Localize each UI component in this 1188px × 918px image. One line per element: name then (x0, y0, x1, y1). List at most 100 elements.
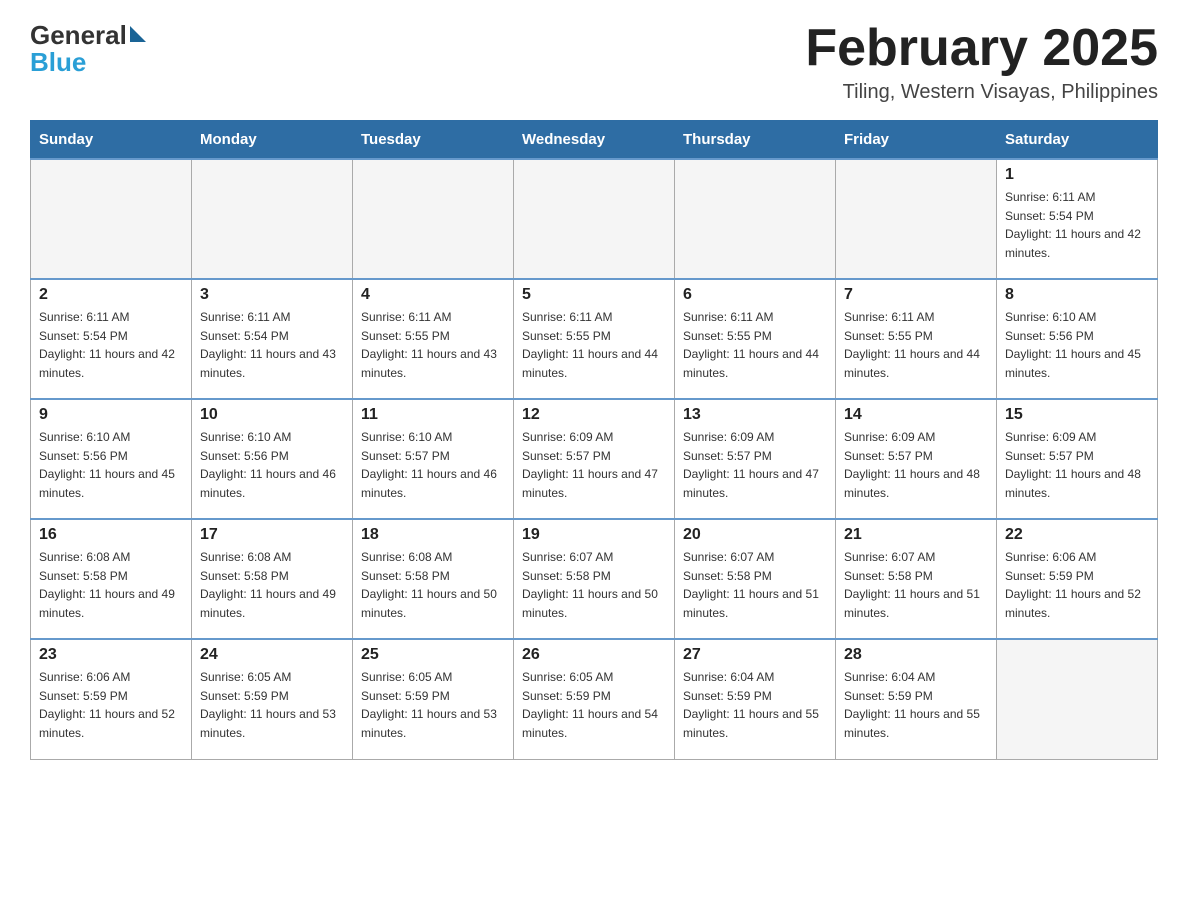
day-info: Sunrise: 6:07 AMSunset: 5:58 PMDaylight:… (522, 548, 666, 622)
day-number: 26 (522, 646, 666, 664)
day-number: 21 (844, 526, 988, 544)
day-info: Sunrise: 6:07 AMSunset: 5:58 PMDaylight:… (683, 548, 827, 622)
day-number: 23 (39, 646, 183, 664)
table-row: 13Sunrise: 6:09 AMSunset: 5:57 PMDayligh… (675, 399, 836, 519)
day-number: 8 (1005, 286, 1149, 304)
table-row (353, 159, 514, 279)
day-number: 15 (1005, 406, 1149, 424)
day-info: Sunrise: 6:09 AMSunset: 5:57 PMDaylight:… (1005, 428, 1149, 502)
logo-blue-text: Blue (30, 47, 146, 78)
day-info: Sunrise: 6:11 AMSunset: 5:54 PMDaylight:… (39, 308, 183, 382)
table-row: 22 Sunrise: 6:06 AMSunset: 5:59 PMDayligh… (997, 519, 1158, 639)
calendar-week-row: 2Sunrise: 6:11 AMSunset: 5:54 PMDaylight… (31, 279, 1158, 399)
table-row (514, 159, 675, 279)
col-thursday: Thursday (675, 121, 836, 160)
day-number: 18 (361, 526, 505, 544)
table-row: 20 Sunrise: 6:07 AMSunset: 5:58 PMDayligh… (675, 519, 836, 639)
table-row: 17 Sunrise: 6:08 AMSunset: 5:58 PMDayligh… (192, 519, 353, 639)
day-number: 3 (200, 286, 344, 304)
logo: General Blue (30, 20, 146, 78)
day-info: Sunrise: 6:10 AMSunset: 5:56 PMDaylight:… (1005, 308, 1149, 382)
table-row: 9 Sunrise: 6:10 AMSunset: 5:56 PMDaylight… (31, 399, 192, 519)
title-area: February 2025 Tiling, Western Visayas, P… (805, 20, 1158, 104)
day-number: 10 (200, 406, 344, 424)
table-row: 3 Sunrise: 6:11 AMSunset: 5:54 PMDaylight… (192, 279, 353, 399)
day-number: 25 (361, 646, 505, 664)
calendar-week-row: 1Sunrise: 6:11 AMSunset: 5:54 PMDaylight… (31, 159, 1158, 279)
day-info: Sunrise: 6:09 AMSunset: 5:57 PMDaylight:… (683, 428, 827, 502)
table-row: 28 Sunrise: 6:04 AMSunset: 5:59 PMDayligh… (836, 639, 997, 759)
day-number: 1 (1005, 166, 1149, 184)
calendar-header-row: Sunday Monday Tuesday Wednesday Thursday… (31, 121, 1158, 160)
table-row: 8 Sunrise: 6:10 AMSunset: 5:56 PMDaylight… (997, 279, 1158, 399)
day-info: Sunrise: 6:06 AMSunset: 5:59 PMDaylight:… (39, 668, 183, 742)
day-number: 5 (522, 286, 666, 304)
day-info: Sunrise: 6:05 AMSunset: 5:59 PMDaylight:… (361, 668, 505, 742)
day-number: 11 (361, 406, 505, 424)
table-row: 7Sunrise: 6:11 AMSunset: 5:55 PMDaylight… (836, 279, 997, 399)
day-info: Sunrise: 6:08 AMSunset: 5:58 PMDaylight:… (361, 548, 505, 622)
day-info: Sunrise: 6:09 AMSunset: 5:57 PMDaylight:… (522, 428, 666, 502)
table-row (192, 159, 353, 279)
day-info: Sunrise: 6:11 AMSunset: 5:55 PMDaylight:… (361, 308, 505, 382)
table-row: 24 Sunrise: 6:05 AMSunset: 5:59 PMDayligh… (192, 639, 353, 759)
day-info: Sunrise: 6:09 AMSunset: 5:57 PMDaylight:… (844, 428, 988, 502)
calendar-table: Sunday Monday Tuesday Wednesday Thursday… (30, 120, 1158, 760)
day-info: Sunrise: 6:06 AMSunset: 5:59 PMDaylight:… (1005, 548, 1149, 622)
day-info: Sunrise: 6:10 AMSunset: 5:56 PMDaylight:… (39, 428, 183, 502)
col-sunday: Sunday (31, 121, 192, 160)
table-row: 25 Sunrise: 6:05 AMSunset: 5:59 PMDayligh… (353, 639, 514, 759)
day-number: 27 (683, 646, 827, 664)
table-row: 4 Sunrise: 6:11 AMSunset: 5:55 PMDaylight… (353, 279, 514, 399)
calendar-week-row: 16 Sunrise: 6:08 AMSunset: 5:58 PMDayligh… (31, 519, 1158, 639)
day-number: 20 (683, 526, 827, 544)
day-info: Sunrise: 6:07 AMSunset: 5:58 PMDaylight:… (844, 548, 988, 622)
day-number: 6 (683, 286, 827, 304)
col-monday: Monday (192, 121, 353, 160)
day-number: 22 (1005, 526, 1149, 544)
table-row: 1Sunrise: 6:11 AMSunset: 5:54 PMDaylight… (997, 159, 1158, 279)
logo-triangle-icon (130, 26, 146, 42)
day-number: 16 (39, 526, 183, 544)
day-info: Sunrise: 6:05 AMSunset: 5:59 PMDaylight:… (522, 668, 666, 742)
day-number: 4 (361, 286, 505, 304)
day-number: 9 (39, 406, 183, 424)
table-row: 18 Sunrise: 6:08 AMSunset: 5:58 PMDayligh… (353, 519, 514, 639)
table-row: 6 Sunrise: 6:11 AMSunset: 5:55 PMDaylight… (675, 279, 836, 399)
table-row: 2Sunrise: 6:11 AMSunset: 5:54 PMDaylight… (31, 279, 192, 399)
month-year-title: February 2025 (805, 20, 1158, 77)
table-row: 10 Sunrise: 6:10 AMSunset: 5:56 PMDayligh… (192, 399, 353, 519)
table-row: 14 Sunrise: 6:09 AMSunset: 5:57 PMDayligh… (836, 399, 997, 519)
table-row: 16 Sunrise: 6:08 AMSunset: 5:58 PMDayligh… (31, 519, 192, 639)
table-row (836, 159, 997, 279)
calendar-week-row: 23 Sunrise: 6:06 AMSunset: 5:59 PMDayligh… (31, 639, 1158, 759)
day-info: Sunrise: 6:08 AMSunset: 5:58 PMDaylight:… (39, 548, 183, 622)
calendar-week-row: 9 Sunrise: 6:10 AMSunset: 5:56 PMDaylight… (31, 399, 1158, 519)
table-row: 21 Sunrise: 6:07 AMSunset: 5:58 PMDayligh… (836, 519, 997, 639)
table-row: 19 Sunrise: 6:07 AMSunset: 5:58 PMDayligh… (514, 519, 675, 639)
table-row (997, 639, 1158, 759)
table-row: 27 Sunrise: 6:04 AMSunset: 5:59 PMDayligh… (675, 639, 836, 759)
day-info: Sunrise: 6:04 AMSunset: 5:59 PMDaylight:… (683, 668, 827, 742)
day-number: 19 (522, 526, 666, 544)
col-saturday: Saturday (997, 121, 1158, 160)
day-info: Sunrise: 6:05 AMSunset: 5:59 PMDaylight:… (200, 668, 344, 742)
day-info: Sunrise: 6:11 AMSunset: 5:55 PMDaylight:… (683, 308, 827, 382)
day-number: 28 (844, 646, 988, 664)
day-info: Sunrise: 6:04 AMSunset: 5:59 PMDaylight:… (844, 668, 988, 742)
col-wednesday: Wednesday (514, 121, 675, 160)
day-number: 17 (200, 526, 344, 544)
col-tuesday: Tuesday (353, 121, 514, 160)
day-number: 14 (844, 406, 988, 424)
table-row: 12Sunrise: 6:09 AMSunset: 5:57 PMDayligh… (514, 399, 675, 519)
day-info: Sunrise: 6:11 AMSunset: 5:55 PMDaylight:… (844, 308, 988, 382)
table-row: 26 Sunrise: 6:05 AMSunset: 5:59 PMDayligh… (514, 639, 675, 759)
day-info: Sunrise: 6:10 AMSunset: 5:56 PMDaylight:… (200, 428, 344, 502)
day-info: Sunrise: 6:11 AMSunset: 5:54 PMDaylight:… (200, 308, 344, 382)
location-subtitle: Tiling, Western Visayas, Philippines (805, 81, 1158, 104)
day-info: Sunrise: 6:08 AMSunset: 5:58 PMDaylight:… (200, 548, 344, 622)
table-row: 11Sunrise: 6:10 AMSunset: 5:57 PMDayligh… (353, 399, 514, 519)
table-row: 23 Sunrise: 6:06 AMSunset: 5:59 PMDayligh… (31, 639, 192, 759)
day-number: 24 (200, 646, 344, 664)
header: General Blue February 2025 Tiling, Weste… (30, 20, 1158, 104)
